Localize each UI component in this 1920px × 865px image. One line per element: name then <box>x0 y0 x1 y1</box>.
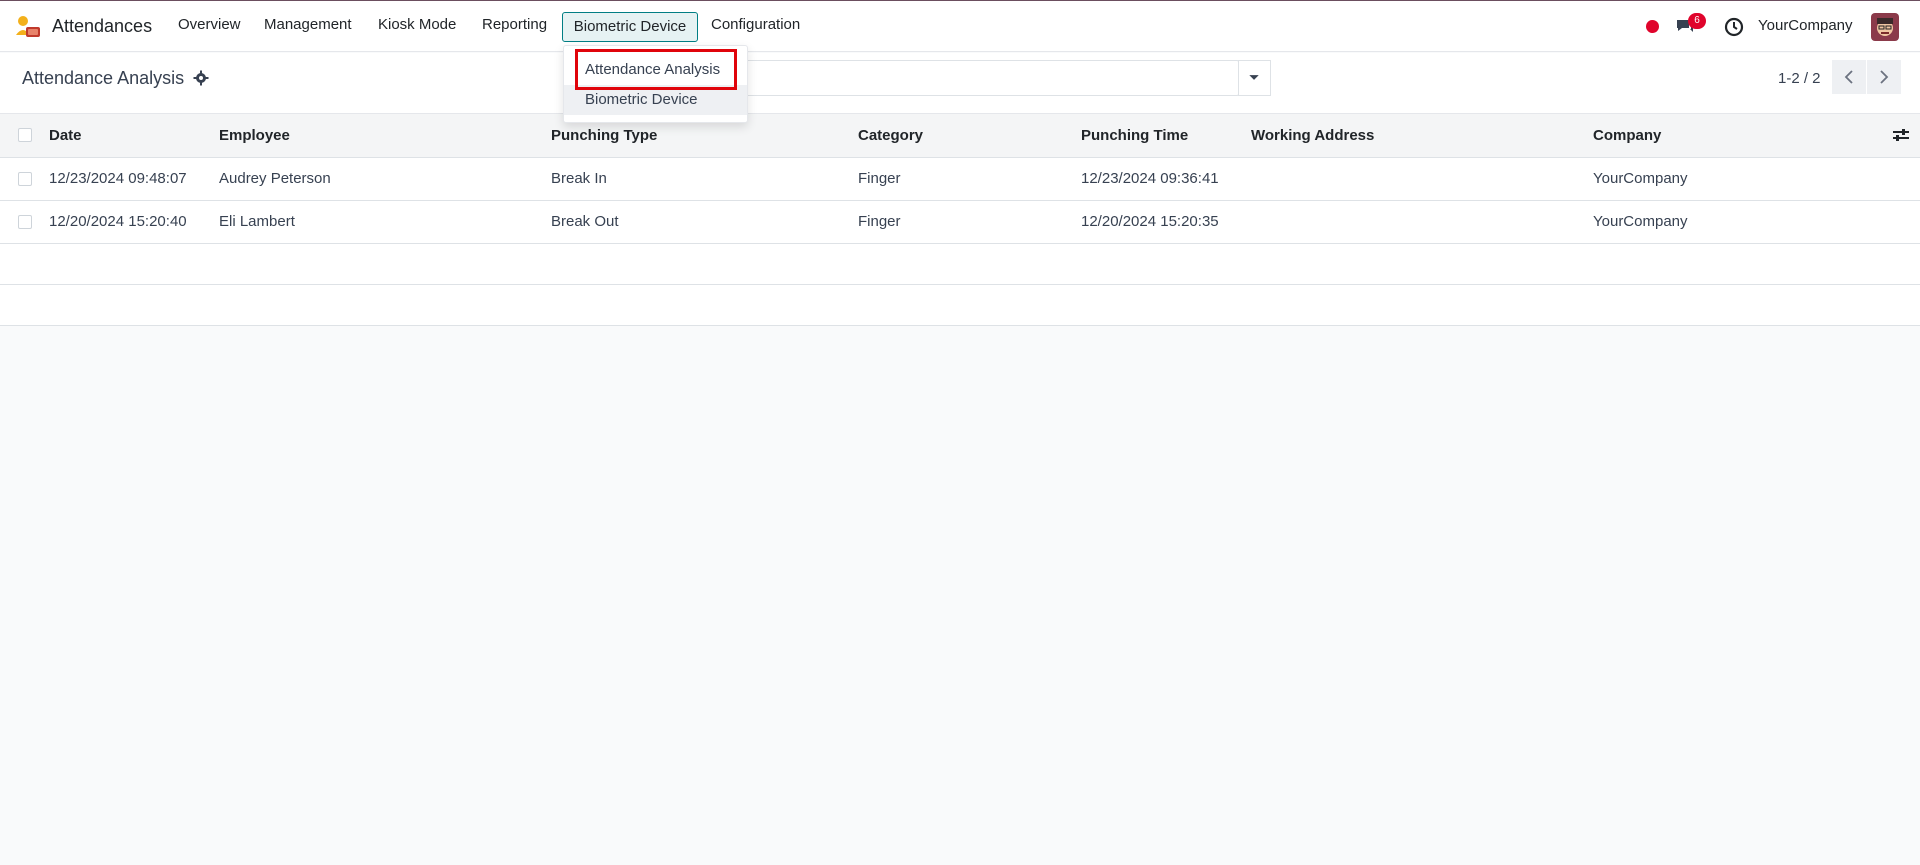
cell-punching-time: 12/23/2024 09:36:41 <box>1081 170 1219 187</box>
cell-category: Finger <box>858 170 901 187</box>
activity-indicator-dot[interactable] <box>1646 20 1659 33</box>
cell-punching-type: Break In <box>551 170 607 187</box>
control-panel: Attendance Analysis 1-2 / 2 <box>0 53 1920 114</box>
attendances-app-icon[interactable] <box>14 15 42 39</box>
user-avatar[interactable] <box>1871 13 1899 41</box>
column-header-company[interactable]: Company <box>1593 127 1661 144</box>
chevron-right-icon <box>1880 70 1889 84</box>
table-header: Date Employee Punching Type Category Pun… <box>0 114 1920 158</box>
search-input[interactable] <box>714 60 1239 96</box>
chevron-left-icon <box>1844 70 1853 84</box>
app-title[interactable]: Attendances <box>52 16 152 37</box>
dropdown-item-attendance-analysis[interactable]: Attendance Analysis <box>564 55 747 85</box>
menu-biometric-device[interactable]: Biometric Device <box>562 12 698 42</box>
top-navbar: Attendances Overview Management Kiosk Mo… <box>0 0 1920 52</box>
chat-count-badge: 6 <box>1688 13 1706 29</box>
cell-date: 12/23/2024 09:48:07 <box>49 170 187 187</box>
menu-kiosk-mode[interactable]: Kiosk Mode <box>378 16 456 33</box>
gear-icon[interactable] <box>193 70 209 86</box>
menu-management[interactable]: Management <box>264 16 352 33</box>
menu-configuration[interactable]: Configuration <box>711 16 800 33</box>
page-title[interactable]: Attendance Analysis <box>22 68 184 89</box>
search-options-toggle[interactable] <box>1238 60 1271 96</box>
row-checkbox[interactable] <box>18 172 32 186</box>
row-checkbox[interactable] <box>18 215 32 229</box>
menu-reporting[interactable]: Reporting <box>482 16 547 33</box>
table-row[interactable]: 12/23/2024 09:48:07 Audrey Peterson Brea… <box>0 158 1920 201</box>
clock-icon[interactable] <box>1724 17 1744 37</box>
cell-employee: Eli Lambert <box>219 213 295 230</box>
column-header-punching-type[interactable]: Punching Type <box>551 127 657 144</box>
menu-overview[interactable]: Overview <box>178 16 241 33</box>
cell-employee: Audrey Peterson <box>219 170 331 187</box>
cell-punching-time: 12/20/2024 15:20:35 <box>1081 213 1219 230</box>
empty-row <box>0 244 1920 285</box>
column-header-date[interactable]: Date <box>49 127 82 144</box>
column-header-punching-time[interactable]: Punching Time <box>1081 127 1188 144</box>
pager-next-button[interactable] <box>1867 60 1901 94</box>
optional-columns-icon[interactable] <box>1892 127 1910 143</box>
caret-down-icon <box>1249 75 1259 80</box>
company-switcher[interactable]: YourCompany <box>1758 17 1853 34</box>
column-header-category[interactable]: Category <box>858 127 923 144</box>
empty-row <box>0 285 1920 326</box>
cell-date: 12/20/2024 15:20:40 <box>49 213 187 230</box>
pager-previous-button[interactable] <box>1832 60 1866 94</box>
cell-company: YourCompany <box>1593 170 1688 187</box>
cell-company: YourCompany <box>1593 213 1688 230</box>
pager-value[interactable]: 1-2 / 2 <box>1778 70 1821 87</box>
column-header-employee[interactable]: Employee <box>219 127 290 144</box>
select-all-checkbox[interactable] <box>18 128 32 142</box>
dropdown-item-biometric-device[interactable]: Biometric Device <box>564 85 747 115</box>
table-row[interactable]: 12/20/2024 15:20:40 Eli Lambert Break Ou… <box>0 201 1920 244</box>
cell-punching-type: Break Out <box>551 213 619 230</box>
cell-category: Finger <box>858 213 901 230</box>
biometric-device-dropdown: Attendance Analysis Biometric Device <box>563 45 748 123</box>
column-header-working-address[interactable]: Working Address <box>1251 127 1374 144</box>
